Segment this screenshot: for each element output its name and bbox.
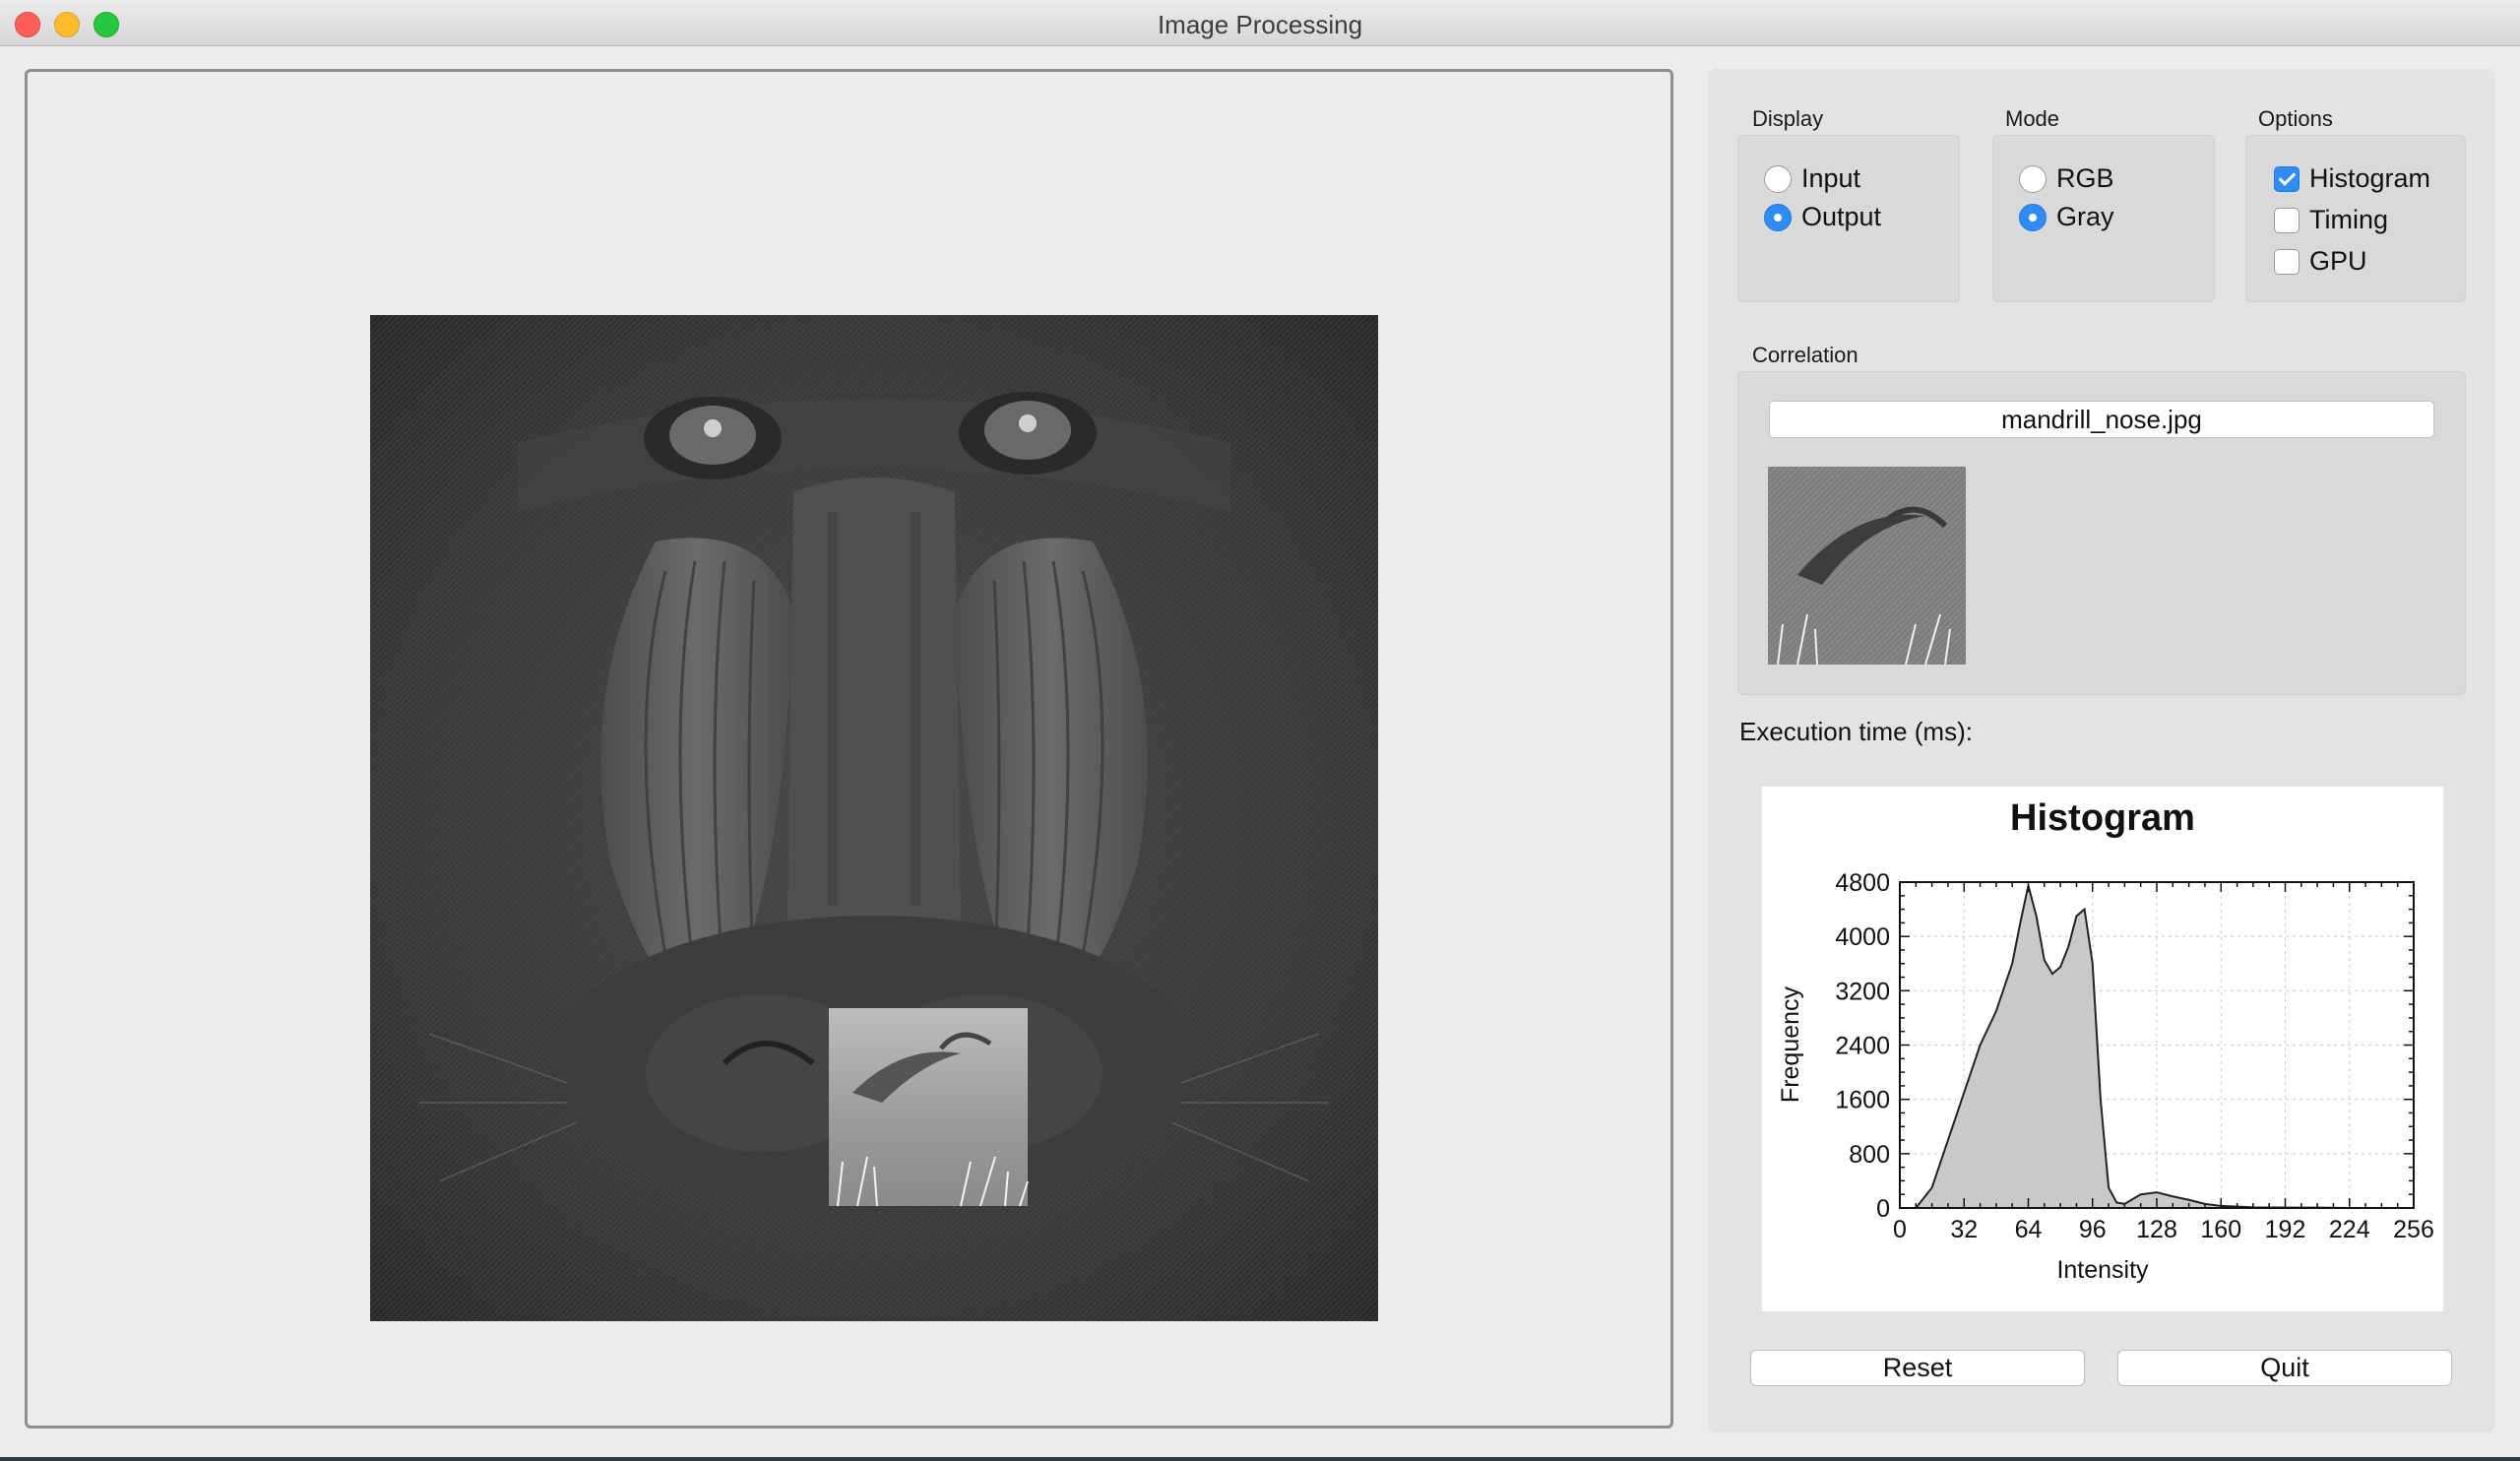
y-tick-label: 800: [1849, 1141, 1890, 1169]
y-tick-label: 3200: [1835, 978, 1890, 1005]
correlation-group-label: Correlation: [1752, 343, 1858, 367]
mode-rgb-radio[interactable]: RGB: [2019, 163, 2114, 194]
execution-time-label: Execution time (ms):: [1739, 717, 1973, 746]
radio-label: Gray: [2056, 202, 2114, 231]
radio-indicator: [1764, 203, 1792, 231]
y-tick-label: 4000: [1835, 923, 1890, 951]
histogram-checkbox[interactable]: Histogram: [2274, 163, 2430, 194]
checkbox-label: GPU: [2309, 246, 2367, 276]
radio-label: Output: [1801, 202, 1882, 231]
x-tick-label: 128: [2136, 1216, 2177, 1243]
display-output-radio[interactable]: Output: [1764, 202, 1881, 232]
x-axis-label: Intensity: [2056, 1256, 2149, 1284]
options-group-label: Options: [2258, 106, 2333, 131]
x-tick-label: 160: [2200, 1216, 2241, 1243]
app-window: Image Processing Display Input Output Mo…: [0, 0, 2520, 1457]
checkbox-indicator: [2274, 207, 2300, 233]
radio-label: Input: [1801, 163, 1861, 193]
x-tick-label: 256: [2393, 1216, 2434, 1243]
chart-title: Histogram: [2010, 797, 2195, 839]
display-input-radio[interactable]: Input: [1764, 163, 1860, 194]
y-tick-label: 1600: [1835, 1087, 1890, 1114]
mode-gray-radio[interactable]: Gray: [2019, 202, 2114, 232]
correlation-template-thumbnail: [1768, 467, 1966, 665]
radio-label: RGB: [2056, 163, 2114, 193]
x-tick-label: 0: [1893, 1216, 1907, 1243]
mode-group-label: Mode: [2005, 106, 2060, 131]
x-tick-label: 96: [2079, 1216, 2107, 1243]
checkbox-label: Histogram: [2309, 163, 2431, 193]
chart-tick-labels: 0 32 64 96 128 160 192 224 256 0 800 1600 2400 3200 40…: [1835, 869, 2433, 1243]
display-group-label: Display: [1752, 106, 1824, 131]
mandrill-image: [370, 315, 1378, 1321]
y-tick-label: 0: [1876, 1195, 1890, 1223]
correlation-file-field[interactable]: mandrill_nose.jpg: [1769, 401, 2434, 438]
radio-indicator: [2019, 203, 2047, 231]
image-view: [25, 69, 1673, 1429]
reset-button[interactable]: Reset: [1750, 1350, 2085, 1386]
y-axis-label: Frequency: [1777, 985, 1804, 1103]
radio-indicator: [1764, 164, 1792, 193]
x-tick-label: 32: [1950, 1216, 1978, 1243]
x-tick-label: 192: [2265, 1216, 2306, 1243]
histogram-chart: Histogram Intensity Frequency 0 32 64 96 128…: [1762, 787, 2443, 1311]
y-tick-label: 4800: [1835, 869, 1890, 897]
checkbox-label: Timing: [2309, 205, 2389, 234]
timing-checkbox[interactable]: Timing: [2274, 205, 2388, 235]
checkbox-indicator: [2274, 165, 2300, 192]
x-tick-label: 224: [2329, 1216, 2370, 1243]
window-title: Image Processing: [1157, 10, 1363, 39]
title-bar: Image Processing: [0, 0, 2520, 46]
histogram-svg: Histogram Intensity Frequency 0 32 64 96 128…: [1777, 797, 2434, 1284]
checkbox-indicator: [2274, 248, 2300, 275]
gpu-checkbox[interactable]: GPU: [2274, 246, 2367, 277]
radio-indicator: [2019, 164, 2047, 193]
x-tick-label: 64: [2015, 1216, 2043, 1243]
y-tick-label: 2400: [1835, 1033, 1890, 1060]
quit-button[interactable]: Quit: [2117, 1350, 2452, 1386]
